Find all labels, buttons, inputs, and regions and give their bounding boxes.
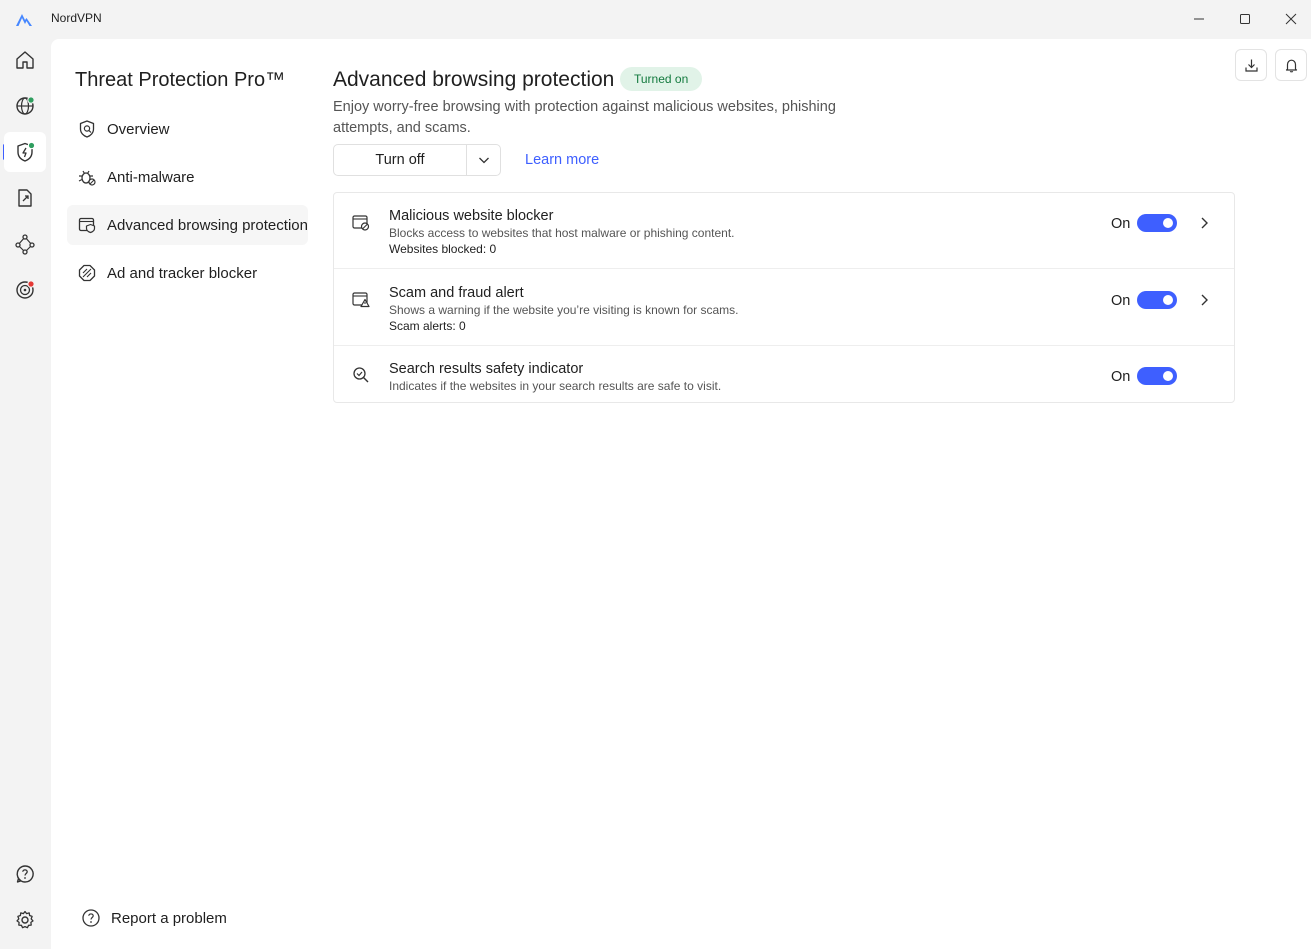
report-problem-label: Report a problem bbox=[111, 909, 227, 927]
file-share-icon bbox=[18, 189, 32, 207]
help-icon bbox=[16, 865, 34, 883]
feature-stat: Websites blocked: 0 bbox=[389, 242, 497, 256]
status-badge: Turned on bbox=[620, 67, 703, 91]
rail-meshnet[interactable] bbox=[4, 224, 46, 264]
browser-shield-icon bbox=[78, 217, 96, 234]
rail-home[interactable] bbox=[4, 40, 46, 80]
chevron-right-icon[interactable] bbox=[1196, 215, 1212, 231]
feature-row-malicious-website-blocker[interactable]: Malicious website blocker Blocks access … bbox=[334, 193, 1234, 268]
search-results-safety-toggle[interactable] bbox=[1137, 367, 1177, 385]
close-button[interactable] bbox=[1268, 0, 1311, 38]
rail-dark-web-monitor[interactable] bbox=[4, 270, 46, 310]
globe-icon bbox=[16, 96, 35, 115]
rail-file-share[interactable] bbox=[4, 178, 46, 218]
title-bar: NordVPN bbox=[0, 0, 1311, 38]
subnav-item-label: Ad and tracker blocker bbox=[107, 264, 258, 282]
turn-off-split-button: Turn off bbox=[333, 144, 501, 176]
close-icon bbox=[1285, 13, 1297, 25]
bell-icon bbox=[1285, 59, 1297, 72]
browser-warning-icon bbox=[352, 292, 370, 308]
section-title: Threat Protection Pro™ bbox=[75, 69, 286, 91]
minimize-icon bbox=[1194, 18, 1204, 20]
features-card: Malicious website blocker Blocks access … bbox=[333, 192, 1235, 403]
ad-block-icon bbox=[78, 264, 96, 282]
help-circle-icon bbox=[82, 909, 100, 927]
feature-row-search-results-safety[interactable]: Search results safety indicator Indicate… bbox=[334, 345, 1234, 403]
rail-help[interactable] bbox=[4, 854, 46, 894]
feature-title: Search results safety indicator bbox=[389, 361, 584, 377]
maximize-button[interactable] bbox=[1222, 0, 1268, 38]
learn-more-link[interactable]: Learn more bbox=[525, 152, 599, 168]
subnav-item-label: Advanced browsing protection bbox=[107, 216, 308, 234]
page-description: Enjoy worry-free browsing with protectio… bbox=[333, 99, 836, 136]
malicious-website-blocker-toggle[interactable] bbox=[1137, 214, 1177, 232]
toggle-label: On bbox=[1111, 369, 1131, 385]
meshnet-icon bbox=[15, 234, 35, 255]
subnav-item-advanced-browsing-protection[interactable]: Advanced browsing protection bbox=[67, 205, 308, 245]
content-panel: Threat Protection Pro™ Overview Anti-mal… bbox=[51, 39, 1311, 949]
threat-protection-icon bbox=[17, 141, 36, 162]
turn-off-options-button[interactable] bbox=[467, 145, 500, 175]
subnav-item-ad-tracker-blocker[interactable]: Ad and tracker blocker bbox=[67, 253, 308, 293]
scam-fraud-alert-toggle[interactable] bbox=[1137, 291, 1177, 309]
notifications-button[interactable] bbox=[1275, 49, 1307, 81]
home-icon bbox=[16, 51, 34, 69]
subnav-item-label: Anti-malware bbox=[107, 168, 195, 186]
report-problem-link[interactable]: Report a problem bbox=[81, 908, 227, 928]
feature-title: Malicious website blocker bbox=[389, 208, 554, 224]
subnav-item-label: Overview bbox=[107, 120, 170, 138]
dark-web-monitor-icon bbox=[16, 280, 35, 299]
download-button[interactable] bbox=[1235, 49, 1267, 81]
page-title: Advanced browsing protection bbox=[333, 68, 615, 91]
nordvpn-logo-icon bbox=[16, 14, 32, 26]
minimize-button[interactable] bbox=[1176, 0, 1222, 38]
feature-stat: Scam alerts: 0 bbox=[389, 319, 466, 333]
feature-title: Scam and fraud alert bbox=[389, 285, 524, 301]
chevron-down-icon bbox=[478, 157, 489, 164]
subnav-item-anti-malware[interactable]: Anti-malware bbox=[67, 157, 308, 197]
turn-off-button[interactable]: Turn off bbox=[334, 145, 467, 175]
feature-description: Indicates if the websites in your search… bbox=[389, 379, 722, 393]
toggle-label: On bbox=[1111, 293, 1131, 309]
rail-servers[interactable] bbox=[4, 86, 46, 126]
nav-rail bbox=[0, 38, 50, 949]
browser-block-icon bbox=[352, 215, 370, 231]
rail-threat-protection[interactable] bbox=[4, 132, 46, 172]
settings-icon bbox=[16, 910, 34, 929]
rail-settings[interactable] bbox=[4, 900, 46, 940]
feature-description: Blocks access to websites that host malw… bbox=[389, 226, 735, 240]
app-title: NordVPN bbox=[51, 11, 102, 25]
feature-row-scam-fraud-alert[interactable]: Scam and fraud alert Shows a warning if … bbox=[334, 268, 1234, 345]
subnav-item-overview[interactable]: Overview bbox=[67, 109, 308, 149]
toggle-label: On bbox=[1111, 216, 1131, 232]
maximize-icon bbox=[1240, 14, 1250, 24]
feature-description: Shows a warning if the website you’re vi… bbox=[389, 303, 739, 317]
search-check-icon bbox=[353, 367, 369, 383]
download-icon bbox=[1244, 59, 1258, 72]
bug-icon bbox=[78, 170, 96, 186]
shield-search-icon bbox=[79, 120, 95, 138]
chevron-right-icon[interactable] bbox=[1196, 292, 1212, 308]
